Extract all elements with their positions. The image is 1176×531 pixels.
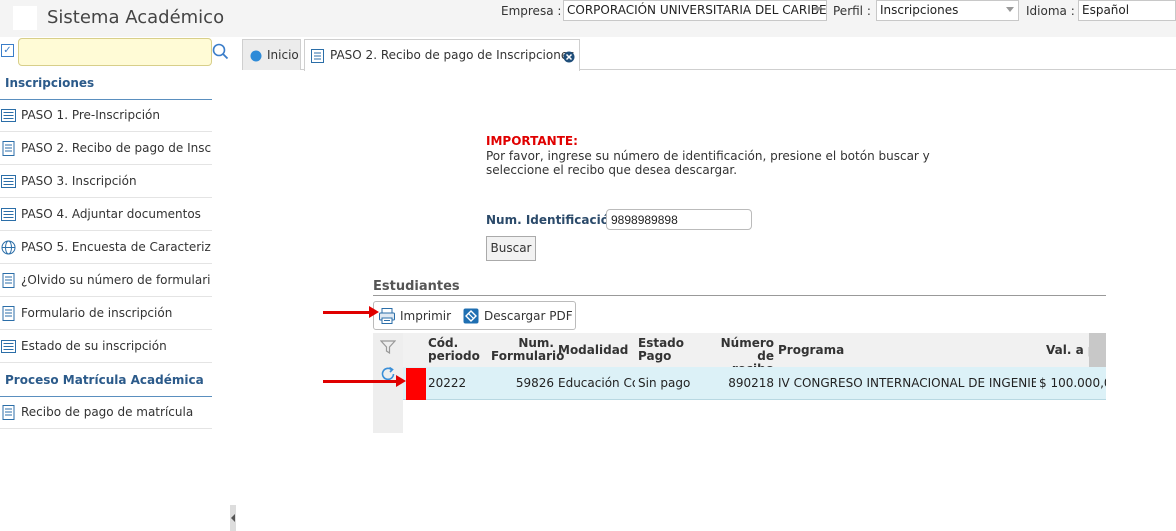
sidebar-item-label: ¿Olvido su número de formulario xyxy=(21,273,211,287)
sidebar-collapse-handle[interactable] xyxy=(230,505,236,531)
tab-label: Inicio xyxy=(267,48,299,62)
annotation-arrow-head xyxy=(396,375,406,387)
important-text: Por favor, ingrese su número de identifi… xyxy=(486,149,930,177)
list-icon xyxy=(1,109,16,122)
list-icon xyxy=(1,340,16,353)
sidebar-item-label: PASO 3. Inscripción xyxy=(21,174,137,188)
cell-num-formulario: 59826 xyxy=(515,376,554,390)
empresa-value: CORPORACIÓN UNIVERSITARIA DEL CARIBE xyxy=(567,3,827,17)
perfil-select[interactable]: Inscripciones xyxy=(876,0,1019,21)
home-dot-icon xyxy=(250,50,262,62)
cell-cod-periodo: 20222 xyxy=(428,376,467,390)
chevron-left-icon xyxy=(231,514,235,522)
perfil-value: Inscripciones xyxy=(880,3,959,17)
cell-valor: $ 100.000,0 xyxy=(1039,376,1106,390)
cell-estado-pago: Sin pago xyxy=(638,376,691,390)
tab-bar: Inicio PASO 2. Recibo de pago de Inscrip… xyxy=(242,37,1176,71)
col-numero-recibo-l1: Número de xyxy=(720,336,774,363)
col-estado-pago[interactable]: Estado Pago xyxy=(638,337,684,363)
empresa-select[interactable]: CORPORACIÓN UNIVERSITARIA DEL CARIBE xyxy=(563,0,827,21)
sidebar-item-label: PASO 2. Recibo de pago de Inscripción xyxy=(21,141,211,155)
sidebar-item-label: PASO 1. Pre-Inscripción xyxy=(21,108,160,122)
col-programa[interactable]: Programa xyxy=(778,344,844,357)
cell-numero-recibo: 890218 xyxy=(728,376,774,390)
tab-label: PASO 2. Recibo de pago de Inscripciones xyxy=(330,48,575,62)
grid-title-divider xyxy=(373,295,1106,296)
cell-modalidad: Educación Continua xyxy=(558,376,635,390)
sidebar-item[interactable]: ¿Olvido su número de formulario xyxy=(0,264,212,297)
idioma-select[interactable]: Español xyxy=(1078,0,1176,21)
sidebar-item[interactable]: PASO 1. Pre-Inscripción xyxy=(0,99,212,132)
sidebar-item[interactable]: Recibo de pago de matrícula xyxy=(0,396,212,429)
download-pdf-label: Descargar PDF xyxy=(484,309,573,323)
sidebar-item[interactable]: Formulario de inscripción xyxy=(0,297,212,330)
chevron-down-icon xyxy=(814,7,822,12)
col-modalidad[interactable]: Modalidad xyxy=(558,344,628,357)
search-icon[interactable] xyxy=(211,42,229,60)
important-title: IMPORTANTE: xyxy=(486,134,578,148)
globe-icon xyxy=(1,240,16,255)
tab-paso2[interactable]: PASO 2. Recibo de pago de Inscripciones xyxy=(304,39,580,71)
annotation-arrow-head xyxy=(369,306,379,318)
sidebar-item[interactable]: Estado de su inscripción xyxy=(0,330,212,363)
app-title: Sistema Académico xyxy=(47,7,225,28)
id-number-input[interactable] xyxy=(606,209,752,230)
chevron-down-icon xyxy=(1006,7,1014,12)
form-icon xyxy=(2,405,15,420)
section-inscripciones: Inscripciones xyxy=(5,76,95,90)
filter-icon[interactable] xyxy=(380,340,396,354)
sidebar: ✓ Inscripciones PASO 1. Pre-Inscripción P… xyxy=(0,37,232,531)
grid-title: Estudiantes xyxy=(373,279,460,294)
col-num-formulario-l2: Formulario xyxy=(491,349,565,363)
form-icon xyxy=(2,306,15,321)
annotation-arrow-print xyxy=(323,311,371,314)
download-pdf-button[interactable]: Descargar PDF xyxy=(462,307,573,325)
sidebar-item[interactable]: PASO 5. Encuesta de Caracterización xyxy=(0,231,212,264)
tab-inicio[interactable]: Inicio xyxy=(242,39,301,70)
empresa-label: Empresa : xyxy=(501,4,562,18)
form-icon xyxy=(311,49,324,63)
col-cod-periodo-l2: periodo xyxy=(428,349,480,363)
col-num-formulario[interactable]: Num. Formulario xyxy=(491,337,565,363)
cell-programa: IV CONGRESO INTERNACIONAL DE INGENIERÍA xyxy=(778,376,1036,390)
table-row[interactable]: 20222 59826 Educación Continua Sin pago … xyxy=(403,367,1106,400)
sidebar-item[interactable]: PASO 3. Inscripción xyxy=(0,165,212,198)
app-header: Sistema Académico Empresa : CORPORACIÓN … xyxy=(0,0,1176,37)
form-icon xyxy=(2,273,15,288)
list-icon xyxy=(1,208,16,221)
idioma-value: Español xyxy=(1082,3,1130,17)
check-icon[interactable]: ✓ xyxy=(1,44,14,57)
sidebar-item[interactable]: PASO 4. Adjuntar documentos xyxy=(0,198,212,231)
close-icon[interactable] xyxy=(563,51,575,63)
search-button[interactable]: Buscar xyxy=(486,236,536,261)
sidebar-item[interactable]: PASO 2. Recibo de pago de Inscripción xyxy=(0,132,212,165)
sidebar-item-label: Recibo de pago de matrícula xyxy=(21,405,194,419)
grid-header: Cód. periodo Num. Formulario Modalidad E… xyxy=(403,333,1106,376)
col-estado-pago-l2: Pago xyxy=(638,349,672,363)
print-label: Imprimir xyxy=(400,309,452,323)
sidebar-item-label: Estado de su inscripción xyxy=(21,339,167,353)
app-logo xyxy=(13,6,37,30)
section-matricula: Proceso Matrícula Académica xyxy=(5,373,204,387)
annotation-arrow-row xyxy=(323,380,398,383)
printer-icon xyxy=(379,308,395,324)
print-button[interactable]: Imprimir xyxy=(378,307,458,325)
list-icon xyxy=(1,175,16,188)
sidebar-item-label: PASO 5. Encuesta de Caracterización xyxy=(21,240,211,254)
perfil-label: Perfil : xyxy=(833,4,871,18)
sidebar-item-label: PASO 4. Adjuntar documentos xyxy=(21,207,201,221)
menu-search-input[interactable] xyxy=(18,38,212,66)
pdf-download-icon xyxy=(463,308,479,324)
row-selection-marker xyxy=(406,368,426,400)
idioma-label: Idioma : xyxy=(1026,4,1075,18)
col-cod-periodo[interactable]: Cód. periodo xyxy=(428,337,480,363)
form-icon xyxy=(2,141,15,156)
sidebar-item-label: Formulario de inscripción xyxy=(21,306,173,320)
grid-scrollbar[interactable] xyxy=(1089,333,1106,367)
grid-toolbar: Imprimir Descargar PDF xyxy=(373,301,576,330)
